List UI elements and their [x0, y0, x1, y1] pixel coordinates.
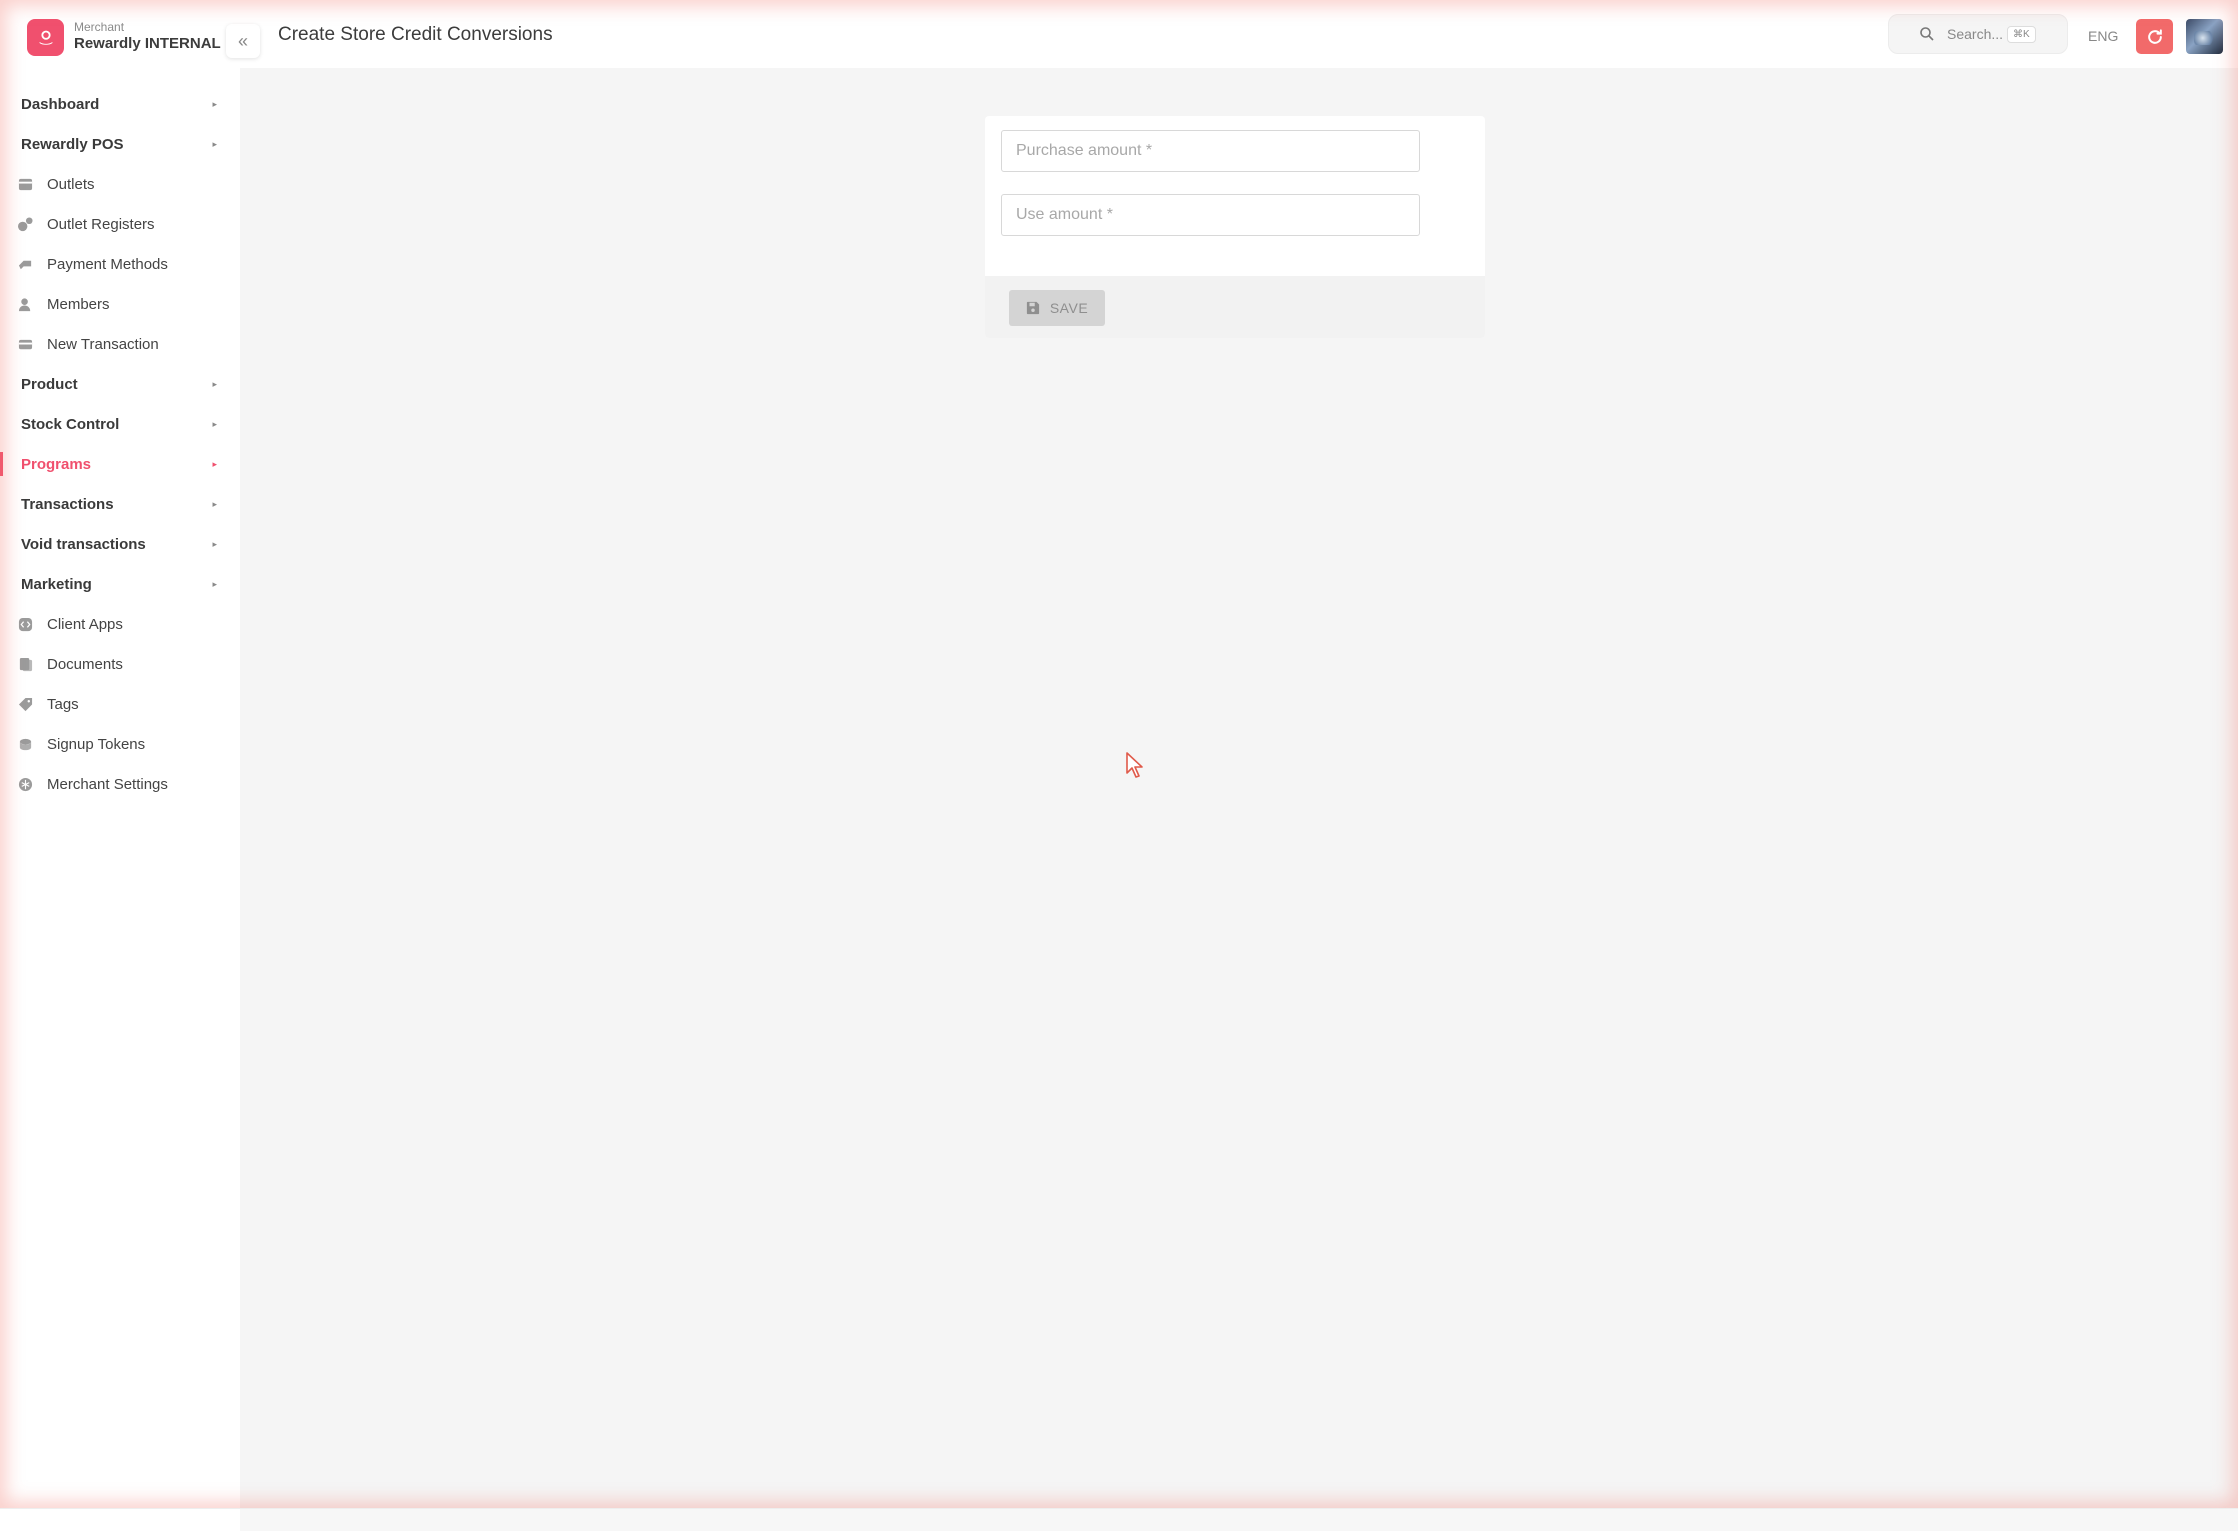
avatar[interactable]	[2186, 19, 2223, 54]
sidebar-item-signup-tokens[interactable]: Signup Tokens	[0, 724, 240, 764]
sidebar-item-label: Signup Tokens	[47, 735, 146, 753]
sidebar-item-new-transaction[interactable]: New Transaction	[0, 324, 240, 364]
search-button[interactable]: Search... ⌘K	[1888, 14, 2068, 54]
sidebar-item-label: Outlet Registers	[47, 215, 155, 233]
caret-right-icon: ▸	[212, 539, 217, 549]
sidebar-item-rewardly-pos[interactable]: Rewardly POS ▸	[0, 124, 240, 164]
card-icon	[17, 336, 33, 352]
use-amount-input[interactable]	[1001, 194, 1420, 236]
store-icon	[17, 176, 33, 192]
sidebar-item-merchant-settings[interactable]: Merchant Settings	[0, 764, 240, 804]
sidebar-item-label: Rewardly POS	[21, 135, 124, 153]
sidebar-item-members[interactable]: Members	[0, 284, 240, 324]
sidebar: Merchant Rewardly INTERNAL Dashboard ▸ R…	[0, 0, 240, 1508]
sidebar-nav: Dashboard ▸ Rewardly POS ▸ Outlets Outle…	[0, 84, 240, 804]
mouse-cursor-icon	[1126, 752, 1143, 778]
double-chevron-left-icon: «	[237, 30, 248, 51]
caret-right-icon: ▸	[212, 419, 217, 429]
sidebar-item-label: Transactions	[21, 495, 114, 513]
caret-right-icon: ▸	[212, 499, 217, 509]
sidebar-item-label: Merchant Settings	[47, 775, 168, 793]
sidebar-item-stock-control[interactable]: Stock Control ▸	[0, 404, 240, 444]
search-placeholder: Search...	[1947, 26, 2004, 42]
sidebar-item-label: Outlets	[47, 175, 95, 193]
sidebar-item-client-apps[interactable]: Client Apps	[0, 604, 240, 644]
store-credit-form: SAVE	[985, 116, 1485, 338]
payment-icon	[17, 256, 33, 272]
sidebar-item-void-transactions[interactable]: Void transactions ▸	[0, 524, 240, 564]
sidebar-item-label: Marketing	[21, 575, 92, 593]
sidebar-item-label: Documents	[47, 655, 123, 673]
collapse-sidebar-button[interactable]: «	[226, 24, 260, 58]
sidebar-item-label: Tags	[47, 695, 79, 713]
code-icon	[17, 616, 33, 632]
caret-right-icon: ▸	[212, 139, 217, 149]
sidebar-item-documents[interactable]: Documents	[0, 644, 240, 684]
tag-icon	[17, 696, 33, 712]
top-header: Create Store Credit Conversions Search..…	[240, 0, 2238, 68]
sidebar-item-label: Payment Methods	[47, 255, 168, 273]
user-icon	[17, 296, 33, 312]
refresh-icon	[2147, 28, 2162, 44]
sidebar-item-product[interactable]: Product ▸	[0, 364, 240, 404]
sidebar-item-label: Stock Control	[21, 415, 120, 433]
sidebar-item-marketing[interactable]: Marketing ▸	[0, 564, 240, 604]
caret-right-icon: ▸	[212, 379, 217, 389]
refresh-button[interactable]	[2136, 19, 2173, 54]
search-icon	[1920, 27, 1934, 41]
caret-right-icon: ▸	[212, 579, 217, 589]
sidebar-item-payment-methods[interactable]: Payment Methods	[0, 244, 240, 284]
purchase-amount-input[interactable]	[1001, 130, 1420, 172]
bottom-strip	[0, 1508, 2238, 1531]
brand-name: Rewardly INTERNAL	[74, 35, 221, 53]
sidebar-item-label: Client Apps	[47, 615, 123, 633]
document-icon	[17, 656, 33, 672]
save-label: SAVE	[1049, 300, 1089, 316]
form-footer: SAVE	[985, 276, 1485, 338]
sidebar-item-label: Dashboard	[21, 95, 100, 113]
token-icon	[17, 736, 33, 752]
brand-subtitle: Merchant	[74, 20, 125, 35]
caret-right-icon: ▸	[212, 459, 217, 469]
sidebar-item-transactions[interactable]: Transactions ▸	[0, 484, 240, 524]
save-button[interactable]: SAVE	[1009, 290, 1105, 326]
sidebar-item-programs[interactable]: Programs ▸	[0, 444, 240, 484]
sidebar-item-outlets[interactable]: Outlets	[0, 164, 240, 204]
language-selector[interactable]: ENG	[2088, 28, 2118, 44]
sidebar-item-label: Product	[21, 375, 78, 393]
search-shortcut: ⌘K	[2007, 25, 2036, 43]
sidebar-item-label: Programs	[21, 455, 92, 473]
save-icon	[1026, 301, 1039, 315]
rewardly-logo-icon	[27, 18, 64, 56]
sidebar-item-label: Void transactions	[21, 535, 146, 553]
register-icon	[17, 216, 33, 232]
settings-icon	[17, 776, 33, 792]
sidebar-item-label: New Transaction	[47, 335, 159, 353]
sidebar-item-dashboard[interactable]: Dashboard ▸	[0, 84, 240, 124]
sidebar-item-outlet-registers[interactable]: Outlet Registers	[0, 204, 240, 244]
sidebar-item-tags[interactable]: Tags	[0, 684, 240, 724]
page-title: Create Store Credit Conversions	[278, 24, 553, 45]
sidebar-item-label: Members	[47, 295, 110, 313]
brand[interactable]: Merchant Rewardly INTERNAL	[27, 17, 221, 57]
caret-right-icon: ▸	[212, 99, 217, 109]
